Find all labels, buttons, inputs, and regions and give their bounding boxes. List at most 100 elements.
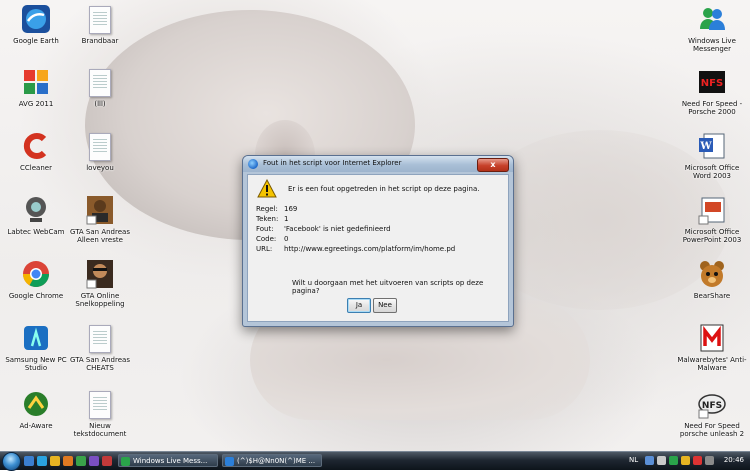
detail-row-teken: Teken: 1 — [256, 215, 288, 223]
internet-explorer-icon[interactable] — [37, 456, 47, 466]
icon-label: Labtec WebCam — [7, 228, 65, 236]
desktop-icon-adaware[interactable]: Ad-Aware — [0, 388, 72, 430]
clock[interactable]: 20:46 — [724, 456, 744, 464]
nfs-unleashed-icon: NFS — [698, 394, 726, 419]
google-earth-icon — [22, 5, 50, 33]
app-quicklaunch-icon-2[interactable] — [102, 456, 112, 466]
detail-row-code: Code: 0 — [256, 235, 288, 243]
detail-key: Teken: — [256, 215, 279, 223]
icon-label: Microsoft Office PowerPoint 2003 — [682, 228, 742, 244]
taskbar-item-label: (^)$H@Nn0N(^)ME ... — [237, 457, 316, 465]
taskbar-item-messenger[interactable]: Windows Live Mess... — [118, 454, 218, 467]
detail-key: Fout: — [256, 225, 274, 233]
tray-icon-avg[interactable] — [681, 456, 690, 465]
desktop-icon-nfs-unleashed[interactable]: NFS Need For Speed porsche unleash 2 — [676, 388, 748, 438]
icon-label: (lll) — [94, 100, 106, 108]
tray-icon-device[interactable] — [705, 456, 714, 465]
messenger-quicklaunch-icon[interactable] — [76, 456, 86, 466]
text-document-icon — [89, 133, 111, 161]
messenger-icon — [700, 8, 725, 30]
icon-label: GTA San Andreas Alleen vreste — [70, 228, 130, 244]
malwarebytes-icon — [700, 324, 724, 352]
media-player-icon[interactable] — [63, 456, 73, 466]
desktop-icon-messenger[interactable]: Windows Live Messenger — [676, 3, 748, 53]
text-document-icon — [89, 325, 111, 353]
tray-icon-network[interactable] — [645, 456, 654, 465]
taskbar-item-label: Windows Live Mess... — [133, 457, 208, 465]
icon-label: loveyou — [86, 164, 114, 172]
desktop-icon-gta-cheats[interactable]: GTA San Andreas CHEATS — [64, 322, 136, 372]
text-document-icon — [89, 391, 111, 419]
svg-text:W: W — [699, 141, 712, 152]
gta-icon — [86, 196, 113, 225]
detail-value: 1 — [284, 215, 289, 223]
icon-label: GTA Online Snelkoppeling — [75, 292, 125, 308]
show-desktop-icon[interactable] — [24, 456, 34, 466]
start-button[interactable] — [2, 452, 21, 471]
icon-label: Google Earth — [13, 37, 59, 45]
desktop-icon-word[interactable]: W Microsoft Office Word 2003 — [676, 130, 748, 180]
desktop-icon-brandbaar[interactable]: Brandbaar — [64, 3, 136, 45]
taskbar-item-chat[interactable]: (^)$H@Nn0N(^)ME ... — [222, 454, 322, 467]
desktop-icon-nfs-porsche[interactable]: NFS Need For Speed - Porsche 2000 — [676, 66, 748, 116]
language-indicator[interactable]: NL — [629, 456, 638, 464]
icon-label: Ad-Aware — [19, 422, 53, 430]
nfs-icon: NFS — [699, 71, 725, 93]
detail-key: Code: — [256, 235, 277, 243]
detail-value: 'Facebook' is niet gedefinieerd — [284, 225, 391, 233]
desktop-icon-nieuw-tekstdocument[interactable]: Nieuw tekstdocument — [64, 388, 136, 438]
yes-button[interactable]: Ja — [347, 298, 371, 313]
detail-value: http://www.egreetings.com/platform/im/ho… — [284, 245, 456, 253]
desktop-icon-lll[interactable]: (lll) — [64, 66, 136, 108]
detail-value: 169 — [284, 205, 298, 213]
text-document-icon — [89, 6, 111, 34]
tray-icon-volume[interactable] — [657, 456, 666, 465]
icon-label: CCleaner — [20, 164, 52, 172]
icon-label: Nieuw tekstdocument — [73, 422, 127, 438]
chrome-icon — [22, 261, 50, 288]
bearshare-icon — [700, 261, 724, 287]
messenger-icon — [225, 457, 234, 466]
icon-label: Need For Speed porsche unleash 2 — [679, 422, 745, 438]
desktop-icon-webcam[interactable]: Labtec WebCam — [0, 194, 72, 236]
icon-label: BearShare — [693, 292, 731, 300]
avg-icon — [24, 70, 48, 94]
desktop-icon-samsung[interactable]: Samsung New PC Studio — [0, 322, 72, 372]
icon-label: Microsoft Office Word 2003 — [684, 164, 740, 180]
adaware-icon — [24, 392, 48, 416]
desktop-icon-bearshare[interactable]: BearShare — [676, 258, 748, 300]
desktop-icon-gta-online[interactable]: GTA Online Snelkoppeling — [64, 258, 136, 308]
ccleaner-icon — [23, 133, 47, 159]
icon-label: Malwarebytes' Anti-Malware — [677, 356, 747, 372]
webcam-icon — [26, 197, 46, 222]
powerpoint-icon — [698, 197, 725, 225]
detail-key: URL: — [256, 245, 273, 253]
tray-icon-security[interactable] — [693, 456, 702, 465]
folder-icon[interactable] — [50, 456, 60, 466]
detail-row-regel: Regel: 169 — [256, 205, 297, 213]
detail-row-url: URL: http://www.egreetings.com/platform/i… — [256, 245, 455, 253]
continue-question: Wilt u doorgaan met het uitvoeren van sc… — [292, 279, 484, 295]
desktop-icon-powerpoint[interactable]: Microsoft Office PowerPoint 2003 — [676, 194, 748, 244]
app-quicklaunch-icon[interactable] — [89, 456, 99, 466]
gta-online-icon — [86, 260, 113, 289]
no-button[interactable]: Nee — [373, 298, 397, 313]
dialog-titlebar[interactable]: Fout in het script voor Internet Explore… — [243, 156, 513, 172]
desktop: Google Earth AVG 2011 CCleaner Labtec We… — [0, 0, 750, 451]
desktop-icon-google-earth[interactable]: Google Earth — [0, 3, 72, 45]
icon-label: Brandbaar — [81, 37, 119, 45]
icon-label: Windows Live Messenger — [688, 37, 736, 53]
desktop-icon-chrome[interactable]: Google Chrome — [0, 258, 72, 300]
desktop-icon-ccleaner[interactable]: CCleaner — [0, 130, 72, 172]
tray-icon-messenger[interactable] — [669, 456, 678, 465]
icon-label: Need For Speed - Porsche 2000 — [681, 100, 743, 116]
detail-key: Regel: — [256, 205, 278, 213]
svg-text:NFS: NFS — [701, 78, 723, 89]
icon-label: Google Chrome — [8, 292, 64, 300]
desktop-icon-avg[interactable]: AVG 2011 — [0, 66, 72, 108]
close-button[interactable]: x — [477, 158, 509, 172]
warning-icon — [257, 179, 277, 198]
desktop-icon-loveyou[interactable]: loveyou — [64, 130, 136, 172]
desktop-icon-malwarebytes[interactable]: Malwarebytes' Anti-Malware — [676, 322, 748, 372]
desktop-icon-gta-san-andreas[interactable]: GTA San Andreas Alleen vreste — [64, 194, 136, 244]
